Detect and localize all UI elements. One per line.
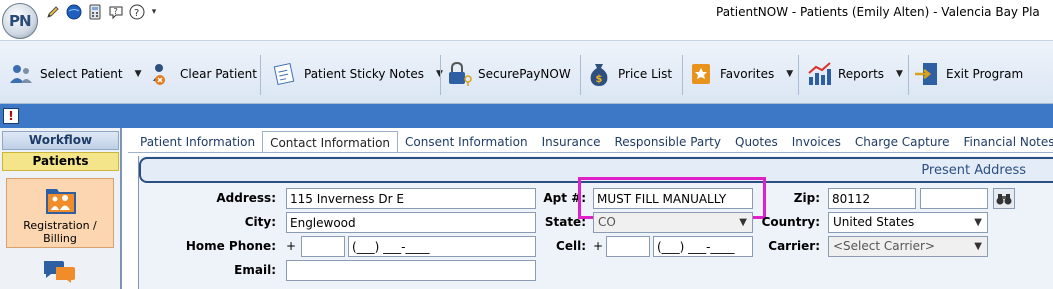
tab-insurance[interactable]: Insurance (535, 131, 608, 153)
svg-text:?: ? (134, 8, 139, 19)
clear-patient-label: Clear Patient (180, 67, 257, 81)
home-phone-field[interactable] (348, 236, 536, 257)
title-bar: PN ? ? ▾ PatientNOW - Patients (Emily Al… (0, 0, 1053, 40)
state-label: State: (544, 215, 586, 229)
ribbon-toolbar: Select Patient ▼ Clear Patient Patient S… (0, 40, 1053, 104)
chart-icon (806, 60, 832, 88)
exit-program-label: Exit Program (946, 67, 1024, 81)
cell-phone-field[interactable] (653, 236, 753, 257)
ribbon-separator (260, 55, 261, 95)
email-label: Email: (234, 263, 276, 277)
address-field[interactable] (286, 188, 536, 209)
section-title: Present Address (921, 163, 1026, 178)
reports-label: Reports (838, 67, 885, 81)
tab-quotes[interactable]: Quotes (728, 131, 785, 153)
alert-bar: ! (0, 104, 1053, 128)
email-field[interactable] (286, 260, 536, 281)
favorites-label: Favorites (720, 67, 775, 81)
state-select[interactable]: CO ▼ (593, 212, 753, 233)
price-list-button[interactable]: $ Price List (586, 59, 672, 89)
cell-country-code[interactable] (606, 236, 650, 257)
binoculars-icon (996, 193, 1012, 204)
cell-label: Cell: (556, 239, 586, 253)
securepay-button[interactable]: SecurePayNOW (446, 59, 571, 89)
tab-responsible-party[interactable]: Responsible Party (607, 131, 728, 153)
ribbon-separator (682, 55, 683, 95)
svg-text:$: $ (596, 74, 603, 85)
select-patient-icon (8, 60, 34, 88)
ribbon-separator (798, 55, 799, 95)
tab-divider (128, 152, 1053, 153)
sticky-notes-button[interactable]: Patient Sticky Notes ▼ (272, 59, 443, 89)
sticky-notes-icon (272, 60, 298, 88)
chevron-down-icon[interactable]: ▼ (896, 69, 903, 79)
star-icon (688, 60, 714, 88)
quick-access-toolbar: ? ? ▾ (44, 2, 159, 22)
zip-lookup-button[interactable] (993, 188, 1015, 209)
select-patient-label: Select Patient (40, 67, 123, 81)
home-phone-label: Home Phone: (185, 239, 276, 253)
sticky-notes-label: Patient Sticky Notes (304, 67, 424, 81)
exit-program-button[interactable]: Exit Program (914, 59, 1023, 89)
lock-key-icon (446, 60, 472, 88)
tab-consent-information[interactable]: Consent Information (398, 131, 535, 153)
zip-field[interactable] (828, 188, 916, 209)
calculator-icon[interactable] (86, 3, 104, 21)
city-field[interactable] (286, 212, 536, 233)
registration-billing-item[interactable]: Registration / Billing (6, 178, 114, 248)
clear-patient-icon (148, 60, 174, 88)
cell-plus: + (593, 239, 604, 253)
alert-button[interactable]: ! (3, 108, 19, 124)
workflow-header[interactable]: Workflow (2, 131, 119, 150)
home-phone-plus: + (286, 239, 297, 253)
help-icon[interactable]: ? (107, 3, 125, 21)
ribbon-separator (440, 55, 441, 95)
tab-financial-notes[interactable]: Financial Notes (956, 131, 1053, 153)
family-folder-icon (45, 185, 77, 218)
carrier-select[interactable]: <Select Carrier> ▼ (828, 236, 988, 257)
tab-invoices[interactable]: Invoices (785, 131, 848, 153)
pencil-icon[interactable] (44, 3, 62, 21)
state-value: CO (598, 215, 616, 229)
tab-patient-information[interactable]: Patient Information (133, 131, 262, 153)
clear-patient-button[interactable]: Clear Patient (148, 59, 257, 89)
favorites-button[interactable]: Favorites ▼ (688, 59, 793, 89)
tab-charge-capture[interactable]: Charge Capture (848, 131, 957, 153)
securepay-label: SecurePayNOW (478, 67, 571, 81)
address-label: Address: (216, 191, 276, 205)
zip-label: Zip: (793, 191, 820, 205)
tab-contact-information[interactable]: Contact Information (262, 131, 399, 153)
zip-extension-field[interactable] (920, 188, 988, 209)
carrier-value: <Select Carrier> (833, 239, 935, 253)
country-label: Country: (761, 215, 820, 229)
chevron-down-icon[interactable]: ▼ (786, 69, 793, 79)
price-list-label: Price List (618, 67, 673, 81)
app-logo[interactable]: PN (2, 3, 38, 39)
chevron-down-icon: ▼ (974, 241, 982, 252)
ribbon-separator (580, 55, 581, 95)
patients-header[interactable]: Patients (2, 152, 119, 171)
country-select[interactable]: United States ▼ (828, 212, 988, 233)
globe-icon[interactable] (65, 3, 83, 21)
country-value: United States (833, 215, 915, 229)
window-title: PatientNOW - Patients (Emily Alten) - Va… (716, 5, 1040, 19)
chat-bubbles-icon[interactable] (42, 258, 76, 287)
registration-billing-label: Registration / Billing (23, 219, 97, 245)
workflow-panel: Workflow Patients Registration / Billing (0, 128, 122, 289)
city-label: City: (244, 215, 276, 229)
chevron-down-icon: ▼ (739, 217, 747, 228)
chevron-down-icon[interactable]: ▼ (135, 69, 142, 79)
select-patient-button[interactable]: Select Patient ▼ (8, 59, 142, 89)
ribbon-separator (908, 55, 909, 95)
patient-tabs: Patient Information Contact Information … (133, 131, 1053, 153)
exit-door-icon (914, 60, 940, 88)
carrier-label: Carrier: (768, 239, 820, 253)
svg-text:?: ? (114, 7, 118, 16)
reports-button[interactable]: Reports ▼ (806, 59, 903, 89)
chevron-down-icon: ▼ (974, 217, 982, 228)
home-phone-country-code[interactable] (301, 236, 345, 257)
money-bag-icon: $ (586, 60, 612, 88)
help-question-icon[interactable]: ? (128, 3, 146, 21)
quick-access-dropdown[interactable]: ▾ (149, 7, 159, 17)
